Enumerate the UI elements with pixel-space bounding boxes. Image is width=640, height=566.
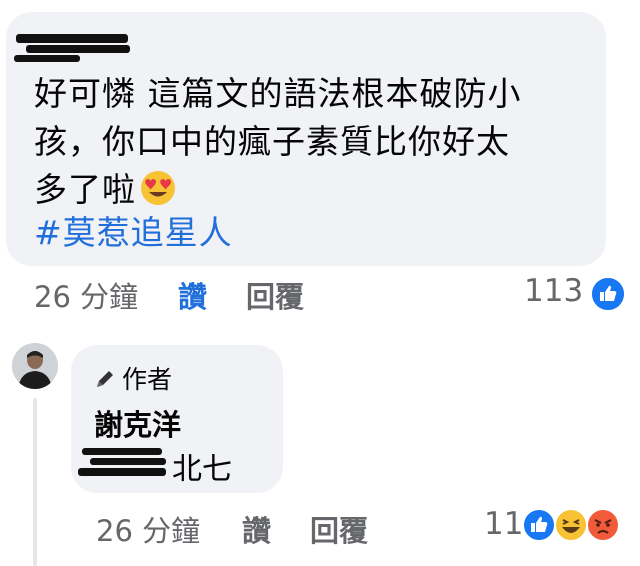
reaction-count: 113 <box>524 273 584 309</box>
comment-text-line: 孩，你口中的瘋子素質比你好太 <box>34 122 510 161</box>
reply-button[interactable]: 回覆 <box>310 508 368 550</box>
comment-timestamp[interactable]: 26 分鐘 <box>34 274 138 316</box>
like-button[interactable]: 讚 <box>178 274 207 316</box>
hashtag-link[interactable]: #莫惹追星人 <box>34 210 233 256</box>
heart-eyes-emoji <box>141 171 175 205</box>
reply-button[interactable]: 回覆 <box>246 274 304 316</box>
pencil-icon <box>97 371 113 387</box>
comment-text-line: 好可憐 這篇文的語法根本破防小 <box>34 74 522 113</box>
reply-text: 北七 <box>172 452 232 487</box>
avatar[interactable] <box>12 343 58 389</box>
like-icon <box>522 508 556 542</box>
haha-icon <box>554 508 588 542</box>
reply-author-name[interactable]: 謝克洋 <box>94 402 181 444</box>
reply-timestamp[interactable]: 26 分鐘 <box>96 508 200 550</box>
like-icon <box>590 276 626 312</box>
author-badge: 作者 <box>94 360 172 396</box>
thread-line <box>33 398 37 566</box>
reaction-count: 11 <box>484 506 524 542</box>
author-badge-label: 作者 <box>122 365 173 394</box>
comment-text-line: 多了啦 <box>34 170 136 209</box>
person-icon <box>12 343 58 389</box>
like-button[interactable]: 讚 <box>242 508 271 550</box>
comment-text: 好可憐 這篇文的語法根本破防小 孩，你口中的瘋子素質比你好太 多了啦 <box>34 70 594 214</box>
angry-icon <box>586 508 620 542</box>
